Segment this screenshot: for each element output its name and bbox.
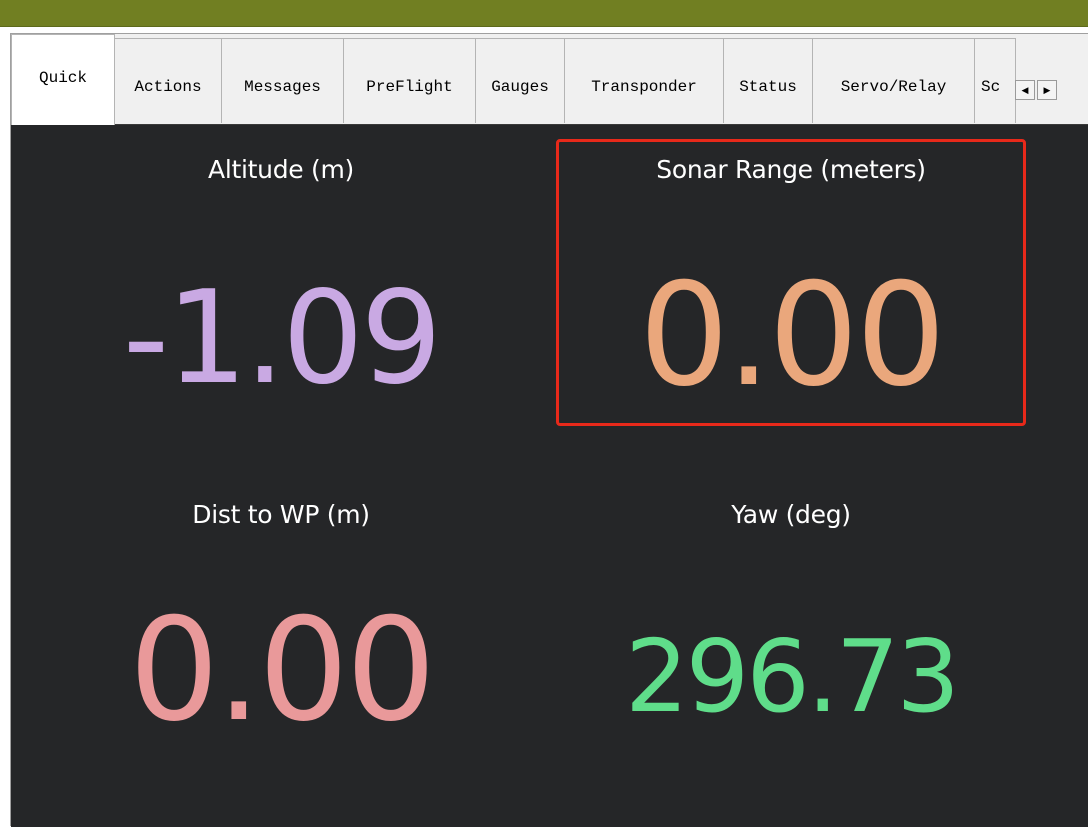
scroll-right-button[interactable]: ▶ xyxy=(1037,80,1057,100)
altitude-cell[interactable]: Altitude (m) -1.09 xyxy=(21,125,541,455)
title-bar xyxy=(0,0,1088,27)
tab-scroll-buttons: ◀ ▶ xyxy=(1015,80,1059,100)
tab-sc[interactable]: Sc xyxy=(974,38,1016,123)
tab-status[interactable]: Status xyxy=(723,38,813,123)
dist-to-wp-value: 0.00 xyxy=(128,588,436,753)
tab-transponder[interactable]: Transponder xyxy=(564,38,724,123)
tab-control: Quick Actions Messages PreFlight Gauges … xyxy=(10,33,1088,827)
tab-servo-relay[interactable]: Servo/Relay xyxy=(812,38,975,123)
altitude-label: Altitude (m) xyxy=(208,155,354,184)
sonar-range-label: Sonar Range (meters) xyxy=(656,155,926,184)
tab-messages[interactable]: Messages xyxy=(221,38,344,123)
sonar-range-cell[interactable]: Sonar Range (meters) 0.00 xyxy=(556,125,1026,455)
tab-gauges[interactable]: Gauges xyxy=(475,38,565,123)
yaw-label: Yaw (deg) xyxy=(731,500,851,529)
yaw-cell[interactable]: Yaw (deg) 296.73 xyxy=(556,475,1026,805)
scroll-left-button[interactable]: ◀ xyxy=(1015,80,1035,100)
tab-quick[interactable]: Quick xyxy=(11,34,115,125)
dist-to-wp-label: Dist to WP (m) xyxy=(192,500,370,529)
dist-to-wp-cell[interactable]: Dist to WP (m) 0.00 xyxy=(21,475,541,805)
sonar-range-value: 0.00 xyxy=(638,253,946,418)
tab-strip: Quick Actions Messages PreFlight Gauges … xyxy=(11,34,1088,125)
quick-panel: Altitude (m) -1.09 Sonar Range (meters) … xyxy=(11,124,1088,827)
tab-actions[interactable]: Actions xyxy=(114,38,222,123)
altitude-value: -1.09 xyxy=(122,264,442,413)
tab-preflight[interactable]: PreFlight xyxy=(343,38,476,123)
yaw-value: 296.73 xyxy=(625,618,960,735)
